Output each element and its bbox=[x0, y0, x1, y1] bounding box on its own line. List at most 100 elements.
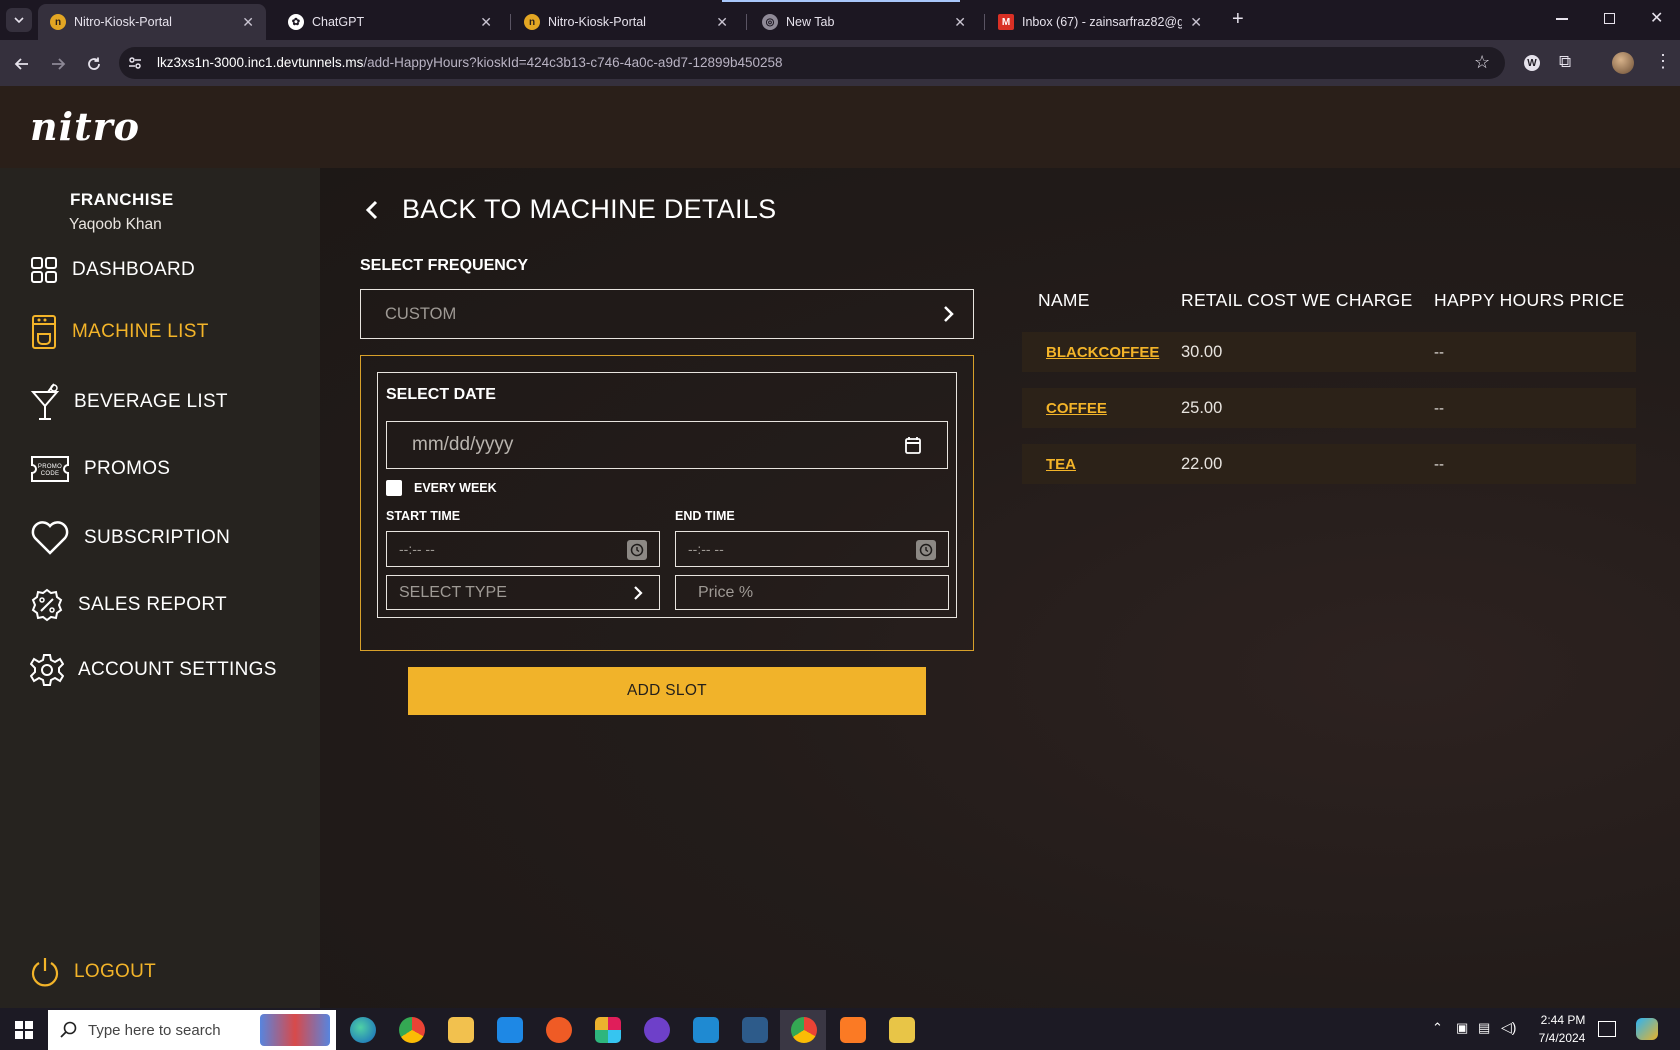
bookmark-star-icon[interactable]: ☆ bbox=[1474, 52, 1490, 73]
sidebar-item-account-settings[interactable]: ACCOUNT SETTINGS bbox=[30, 653, 277, 687]
taskbar-search-input[interactable]: Type here to search bbox=[48, 1010, 336, 1050]
tab-new-tab[interactable]: ◎ New Tab ✕ bbox=[750, 4, 978, 40]
clock-icon[interactable] bbox=[627, 540, 647, 560]
close-tab-icon[interactable]: ✕ bbox=[242, 14, 254, 31]
meet-now-icon[interactable]: ▣ bbox=[1456, 1020, 1468, 1036]
nitro-favicon-icon: n bbox=[50, 14, 66, 30]
beverage-name-link[interactable]: COFFEE bbox=[1046, 400, 1107, 417]
minimize-window-icon[interactable] bbox=[1556, 18, 1568, 20]
gear-icon bbox=[30, 654, 64, 686]
mail-icon[interactable] bbox=[497, 1017, 523, 1043]
july-4th-decoration-icon bbox=[260, 1014, 330, 1046]
network-icon[interactable]: ▤ bbox=[1478, 1020, 1490, 1036]
tab-title: ChatGPT bbox=[312, 15, 365, 29]
taskbar-time[interactable]: 2:44 PM bbox=[1534, 1013, 1592, 1027]
sidebar-item-sales-report[interactable]: SALES REPORT bbox=[30, 588, 227, 622]
sidebar-item-promos[interactable]: PROMO CODE PROMOS bbox=[30, 453, 170, 485]
sidebar-item-label: PROMOS bbox=[84, 458, 171, 479]
calendar-icon[interactable] bbox=[905, 436, 921, 454]
notification-center-icon[interactable] bbox=[1598, 1021, 1616, 1037]
price-percent-input[interactable]: Price % bbox=[675, 575, 949, 610]
close-tab-icon[interactable]: ✕ bbox=[480, 14, 492, 31]
every-week-checkbox[interactable] bbox=[386, 480, 402, 496]
sidebar-item-dashboard[interactable]: DASHBOARD bbox=[30, 256, 195, 284]
back-icon[interactable] bbox=[10, 52, 34, 76]
frequency-select[interactable]: CUSTOM bbox=[360, 289, 974, 339]
taskbar-date[interactable]: 7/4/2024 bbox=[1530, 1031, 1594, 1045]
back-to-machine-details-link[interactable]: BACK TO MACHINE DETAILS bbox=[362, 194, 777, 225]
sidebar-item-label: ACCOUNT SETTINGS bbox=[78, 659, 277, 680]
tab-gmail-inbox[interactable]: M Inbox (67) - zainsarfraz82@gma ✕ bbox=[986, 4, 1214, 40]
chrome-icon[interactable] bbox=[399, 1017, 425, 1043]
close-window-icon[interactable]: ✕ bbox=[1650, 8, 1663, 28]
end-time-placeholder: --:-- -- bbox=[688, 541, 724, 557]
tab-nitro-kiosk-portal-2[interactable]: n Nitro-Kiosk-Portal ✕ bbox=[512, 4, 740, 40]
sidebar-item-beverage-list[interactable]: BEVERAGE LIST bbox=[30, 382, 228, 422]
date-input[interactable]: mm/dd/yyyy bbox=[386, 421, 948, 469]
slack-icon[interactable] bbox=[595, 1017, 621, 1043]
select-type-placeholder: SELECT TYPE bbox=[399, 583, 507, 601]
sidebar-item-machine-list[interactable]: MACHINE LIST bbox=[30, 314, 209, 350]
github-desktop-icon[interactable] bbox=[644, 1017, 670, 1043]
tab-title: Nitro-Kiosk-Portal bbox=[548, 15, 646, 29]
select-type-dropdown[interactable]: SELECT TYPE bbox=[386, 575, 660, 610]
add-slot-button[interactable]: ADD SLOT bbox=[408, 667, 926, 715]
tray-chevron-up-icon[interactable]: ⌃ bbox=[1432, 1020, 1443, 1036]
svg-text:PROMO: PROMO bbox=[38, 464, 62, 470]
beverage-name-link[interactable]: BLACKCOFFEE bbox=[1046, 344, 1159, 361]
power-icon bbox=[31, 958, 59, 987]
beverage-name-link[interactable]: TEA bbox=[1046, 456, 1076, 473]
nitro-favicon-icon: n bbox=[524, 14, 540, 30]
postman-icon[interactable] bbox=[546, 1017, 572, 1043]
every-week-label: EVERY WEEK bbox=[414, 481, 497, 495]
close-tab-icon[interactable]: ✕ bbox=[1190, 14, 1202, 31]
profile-avatar[interactable] bbox=[1612, 52, 1634, 74]
start-time-label: START TIME bbox=[386, 509, 461, 523]
sticky-tool-icon[interactable] bbox=[889, 1017, 915, 1043]
nitro-logo[interactable]: nitro bbox=[30, 104, 140, 149]
clock-icon[interactable] bbox=[916, 540, 936, 560]
tab-chatgpt[interactable]: ✿ ChatGPT ✕ bbox=[276, 4, 504, 40]
start-time-input[interactable]: --:-- -- bbox=[386, 531, 660, 567]
forward-icon[interactable] bbox=[46, 52, 70, 76]
column-header-happy-hours-price: HAPPY HOURS PRICE bbox=[1434, 290, 1625, 310]
vscode-icon[interactable] bbox=[693, 1017, 719, 1043]
restore-window-icon[interactable] bbox=[1604, 13, 1615, 24]
new-tab-button[interactable]: + bbox=[1232, 8, 1244, 31]
chrome-active-icon[interactable] bbox=[791, 1017, 817, 1043]
frequency-value: CUSTOM bbox=[385, 304, 457, 323]
sidebar-item-subscription[interactable]: SUBSCRIPTION bbox=[30, 520, 230, 556]
close-tab-icon[interactable]: ✕ bbox=[954, 14, 966, 31]
xampp-icon[interactable] bbox=[840, 1017, 866, 1043]
cocktail-icon bbox=[30, 383, 60, 420]
logout-button[interactable]: LOGOUT bbox=[30, 956, 156, 988]
chrome-favicon-icon: ◎ bbox=[762, 14, 778, 30]
windows-start-icon[interactable] bbox=[15, 1021, 33, 1039]
gmail-favicon-icon: M bbox=[998, 14, 1014, 30]
end-time-input[interactable]: --:-- -- bbox=[675, 531, 949, 567]
start-time-placeholder: --:-- -- bbox=[399, 541, 435, 557]
mysql-workbench-icon[interactable] bbox=[742, 1017, 768, 1043]
tab-title: New Tab bbox=[786, 15, 835, 29]
tab-nitro-kiosk-portal[interactable]: n Nitro-Kiosk-Portal ✕ bbox=[38, 4, 266, 40]
url-text: lkz3xs1n-3000.inc1.devtunnels.ms/add-Hap… bbox=[157, 55, 783, 70]
happy-hours-price-value: -- bbox=[1434, 400, 1444, 417]
close-tab-icon[interactable]: ✕ bbox=[716, 14, 728, 31]
select-date-label: SELECT DATE bbox=[386, 386, 496, 403]
volume-icon[interactable]: ◁) bbox=[1501, 1019, 1516, 1036]
happy-hours-price-value: -- bbox=[1434, 456, 1444, 473]
tab-search-button[interactable] bbox=[6, 8, 32, 32]
copilot-icon[interactable] bbox=[1636, 1018, 1658, 1040]
file-explorer-icon[interactable] bbox=[448, 1017, 474, 1043]
chatgpt-favicon-icon: ✿ bbox=[288, 14, 304, 30]
sidebar-item-label: SALES REPORT bbox=[78, 594, 227, 615]
sidebar-item-label: SUBSCRIPTION bbox=[84, 527, 231, 548]
extensions-puzzle-icon[interactable]: ⧉ bbox=[1559, 52, 1571, 72]
promo-code-icon: PROMOCODE bbox=[31, 456, 69, 482]
browser-menu-icon[interactable]: ⋮ bbox=[1654, 51, 1672, 72]
extension-w-icon[interactable]: W bbox=[1524, 55, 1540, 71]
edge-browser-icon[interactable] bbox=[350, 1017, 376, 1043]
heart-icon bbox=[31, 521, 69, 555]
site-info-icon[interactable] bbox=[127, 55, 143, 71]
reload-icon[interactable] bbox=[82, 52, 106, 76]
